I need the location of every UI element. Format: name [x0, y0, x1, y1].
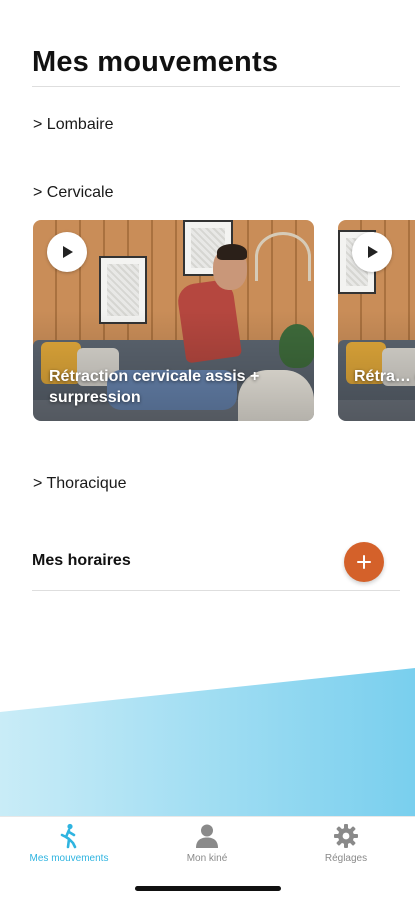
tab-label: Mes mouvements [29, 853, 109, 864]
title-divider [32, 86, 400, 87]
gear-icon [334, 824, 358, 848]
play-icon [368, 246, 378, 258]
video-carousel[interactable]: Rétraction cervicale assis + surpression… [33, 220, 415, 421]
video-title: Rétra… exten… [354, 368, 415, 385]
section-lombaire[interactable]: > Lombaire [33, 116, 114, 134]
schedules-title: Mes horaires [32, 552, 131, 569]
tab-mes-mouvements[interactable]: Mes mouvements [0, 823, 138, 864]
person-icon [196, 824, 218, 848]
play-button[interactable] [352, 232, 392, 272]
plus-icon [357, 555, 371, 569]
decorative-wave [0, 668, 415, 816]
section-thoracique[interactable]: > Thoracique [33, 475, 127, 493]
video-card[interactable]: Rétra… exten… [338, 220, 415, 421]
home-indicator [135, 886, 281, 891]
tab-label: Mon kiné [186, 853, 228, 864]
add-schedule-button[interactable] [344, 542, 384, 582]
walking-person-icon [60, 823, 77, 849]
video-card[interactable]: Rétraction cervicale assis + surpression [33, 220, 314, 421]
tab-label: Réglages [324, 853, 368, 864]
play-icon [63, 246, 73, 258]
section-cervicale[interactable]: > Cervicale [33, 184, 113, 202]
tab-reglages[interactable]: Réglages [277, 823, 415, 864]
page-title: Mes mouvements [32, 46, 279, 78]
schedules-divider [32, 590, 400, 591]
tab-mon-kine[interactable]: Mon kiné [138, 823, 276, 864]
play-button[interactable] [47, 232, 87, 272]
video-title: Rétraction cervicale assis + surpression [49, 368, 260, 406]
